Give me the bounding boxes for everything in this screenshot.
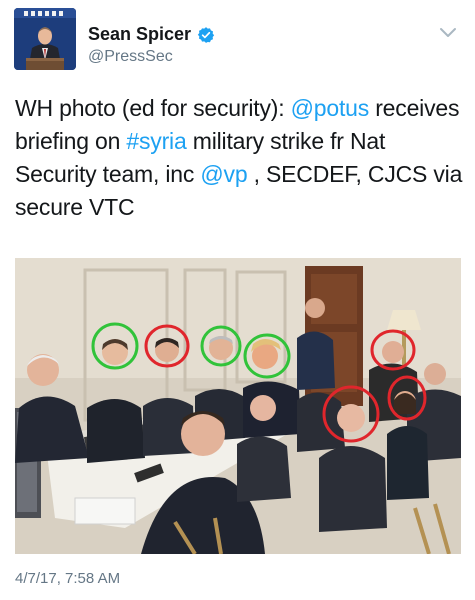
avatar-image <box>14 8 76 70</box>
handle[interactable]: @PressSec <box>88 48 173 66</box>
mention-link[interactable]: @vp <box>200 161 247 187</box>
tweet-timestamp[interactable]: 4/7/17, 7:58 AM <box>15 570 120 587</box>
hashtag-link[interactable]: #syria <box>126 128 186 154</box>
tweet-text: WH photo (ed for security): @potus recei… <box>15 92 463 224</box>
tweet-photo[interactable] <box>15 258 461 554</box>
display-name[interactable]: Sean Spicer <box>88 24 191 45</box>
verified-badge-icon <box>197 26 215 43</box>
avatar[interactable] <box>14 8 76 70</box>
mention-link[interactable]: @potus <box>291 95 370 121</box>
chevron-down-icon[interactable] <box>438 26 458 40</box>
tweet-header: Sean Spicer @PressSec <box>14 8 464 72</box>
situation-room-photo <box>15 258 461 554</box>
tweet-text-part: WH photo (ed for security): <box>15 95 291 121</box>
